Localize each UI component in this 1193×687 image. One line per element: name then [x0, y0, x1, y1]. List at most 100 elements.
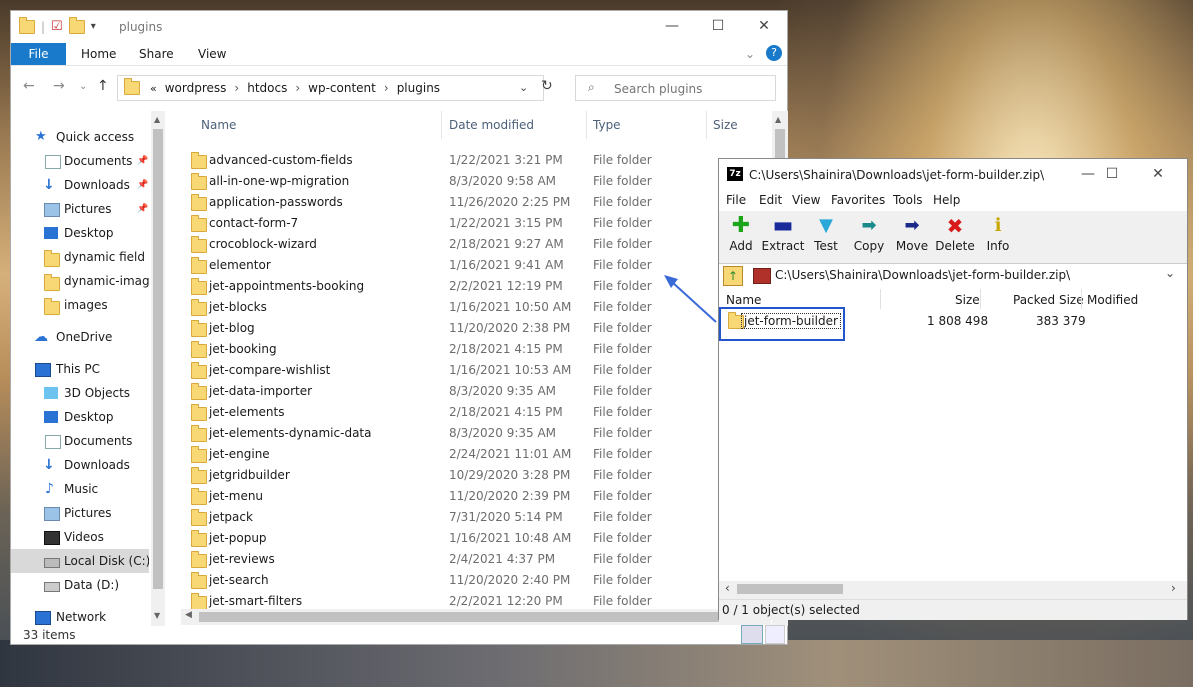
file-row[interactable]: contact-form-7 1/22/2021 3:15 PM File fold…	[181, 213, 771, 234]
file-row[interactable]: jet-compare-wishlist 1/16/2021 10:53 AM Fi…	[181, 360, 771, 381]
zip-horizontal-scrollbar[interactable]: ‹ ›	[719, 581, 1187, 597]
file-row[interactable]: jet-menu 11/20/2020 2:39 PM File folder	[181, 486, 771, 507]
zip-maximize-button[interactable]: ☐	[1089, 159, 1135, 189]
zip-close-button[interactable]: ✕	[1135, 159, 1181, 189]
nav-videos[interactable]: Videos	[11, 525, 149, 549]
column-separator[interactable]	[980, 289, 981, 309]
zip-column-size[interactable]: Size	[955, 293, 980, 307]
chevron-right-icon[interactable]: ›	[234, 81, 239, 95]
nav-this-pc[interactable]: This PC	[11, 357, 149, 381]
properties-icon[interactable]: ☑	[51, 19, 63, 34]
file-row[interactable]: jet-appointments-booking 2/2/2021 12:19 P…	[181, 276, 771, 297]
tool-extract-button[interactable]: ▬ Extract	[761, 215, 805, 254]
recent-locations-icon[interactable]: ⌄	[79, 81, 87, 92]
new-folder-icon[interactable]	[68, 16, 85, 34]
nav-data-disk[interactable]: Data (D:)	[11, 573, 149, 597]
column-separator[interactable]	[1081, 289, 1082, 309]
file-row[interactable]: jet-elements 2/18/2021 4:15 PM File folder	[181, 402, 771, 423]
tool-info-button[interactable]: ℹ Info	[976, 215, 1020, 253]
breadcrumb-plugins[interactable]: plugins	[397, 81, 440, 95]
breadcrumb-wp-content[interactable]: wp-content	[308, 81, 376, 95]
nav-scrollbar[interactable]: ▲ ▼	[151, 111, 165, 626]
scroll-right-icon[interactable]: ›	[1171, 581, 1176, 595]
nav-pictures[interactable]: Pictures 📌	[11, 197, 149, 221]
help-icon[interactable]: ?	[766, 45, 782, 61]
nav-3d-objects[interactable]: 3D Objects	[11, 381, 149, 405]
nav-documents[interactable]: Documents 📌	[11, 149, 149, 173]
chevron-right-icon[interactable]: ›	[384, 81, 389, 95]
search-box[interactable]: ⌕	[575, 75, 776, 101]
tool-add-button[interactable]: ✚ Add	[719, 215, 763, 254]
nav-pc-pictures[interactable]: Pictures	[11, 501, 149, 525]
menu-edit[interactable]: Edit	[759, 193, 782, 207]
file-row[interactable]: jet-search 11/20/2020 2:40 PM File folder	[181, 570, 771, 591]
nav-pc-downloads[interactable]: ↓ Downloads	[11, 453, 149, 477]
address-dropdown-icon[interactable]: ⌄	[519, 81, 528, 94]
zip-column-packed-size[interactable]: Packed Size	[1013, 293, 1084, 307]
file-row[interactable]: jet-smart-filters 2/2/2021 12:20 PM File f…	[181, 591, 771, 611]
menu-help[interactable]: Help	[933, 193, 960, 207]
scroll-thumb[interactable]	[737, 584, 843, 594]
column-type[interactable]: Type	[593, 113, 621, 137]
customize-qat-icon[interactable]: ▾	[91, 21, 96, 32]
file-row[interactable]: elementor 1/16/2021 9:41 AM File folder	[181, 255, 771, 276]
column-separator[interactable]	[586, 111, 587, 139]
nav-network[interactable]: Network	[11, 605, 149, 629]
file-row[interactable]: jet-blocks 1/16/2021 10:50 AM File folder	[181, 297, 771, 318]
forward-icon[interactable]: →	[53, 78, 65, 94]
scroll-up-icon[interactable]: ▲	[775, 115, 781, 124]
large-icons-view-icon[interactable]	[765, 625, 785, 644]
file-row[interactable]: jet-blog 11/20/2020 2:38 PM File folder	[181, 318, 771, 339]
column-size[interactable]: Size	[713, 113, 738, 137]
maximize-button[interactable]: ☐	[695, 11, 741, 41]
list-horizontal-scrollbar[interactable]: ◀	[181, 609, 771, 625]
nav-music[interactable]: ♪ Music	[11, 477, 149, 501]
nav-dynamic-field[interactable]: dynamic field bl	[11, 245, 149, 269]
nav-images[interactable]: images	[11, 293, 149, 317]
scroll-up-icon[interactable]: ▲	[154, 115, 160, 124]
breadcrumb-htdocs[interactable]: htdocs	[247, 81, 287, 95]
file-row[interactable]: jet-reviews 2/4/2021 4:37 PM File folder	[181, 549, 771, 570]
menu-tools[interactable]: Tools	[893, 193, 923, 207]
nav-quick-access[interactable]: ★ Quick access	[11, 125, 149, 149]
tool-test-button[interactable]: ▼ Test	[804, 215, 848, 253]
nav-dynamic-image[interactable]: dynamic-image	[11, 269, 149, 293]
file-row[interactable]: jet-popup 1/16/2021 10:48 AM File folder	[181, 528, 771, 549]
nav-onedrive[interactable]: ☁ OneDrive	[11, 325, 149, 349]
zip-path-input[interactable]: C:\Users\Shainira\Downloads\jet-form-bui…	[775, 268, 1070, 282]
file-row[interactable]: jet-engine 2/24/2021 11:01 AM File folder	[181, 444, 771, 465]
column-separator[interactable]	[441, 111, 442, 139]
chevron-right-icon[interactable]: ›	[295, 81, 300, 95]
file-row[interactable]: jet-booking 2/18/2021 4:15 PM File folder	[181, 339, 771, 360]
up-icon[interactable]: ↑	[97, 78, 109, 94]
file-row[interactable]: jetgridbuilder 10/29/2020 3:28 PM File fol…	[181, 465, 771, 486]
file-row[interactable]: advanced-custom-fields 1/22/2021 3:21 PM F…	[181, 150, 771, 171]
file-row[interactable]: jet-elements-dynamic-data 8/3/2020 9:35 A…	[181, 423, 771, 444]
menu-favorites[interactable]: Favorites	[831, 193, 885, 207]
address-bar[interactable]: « wordpress › htdocs › wp-content › plug…	[117, 75, 544, 101]
file-row[interactable]: crocoblock-wizard 2/18/2021 9:27 AM File f…	[181, 234, 771, 255]
expand-ribbon-icon[interactable]: ⌄	[745, 43, 755, 65]
column-date-modified[interactable]: Date modified	[449, 113, 534, 137]
overflow-chevron-icon[interactable]: «	[150, 82, 157, 95]
breadcrumb-wordpress[interactable]: wordpress	[165, 81, 227, 95]
scroll-left-icon[interactable]: ‹	[725, 581, 730, 595]
nav-downloads[interactable]: ↓ Downloads 📌	[11, 173, 149, 197]
zip-column-modified[interactable]: Modified	[1087, 293, 1138, 307]
minimize-button[interactable]: —	[649, 11, 695, 41]
search-input[interactable]	[612, 81, 766, 97]
path-dropdown-icon[interactable]: ⌄	[1165, 266, 1175, 280]
file-row[interactable]: jetpack 7/31/2020 5:14 PM File folder	[181, 507, 771, 528]
file-row[interactable]: application-passwords 11/26/2020 2:25 PM F…	[181, 192, 771, 213]
column-separator[interactable]	[706, 111, 707, 139]
tab-file[interactable]: File	[11, 43, 66, 65]
nav-pc-documents[interactable]: Documents	[11, 429, 149, 453]
close-button[interactable]: ✕	[741, 11, 787, 41]
nav-desktop[interactable]: Desktop	[11, 221, 149, 245]
scroll-left-icon[interactable]: ◀	[185, 610, 192, 620]
tool-move-button[interactable]: ➡ Move	[890, 215, 934, 253]
tab-share[interactable]: Share	[139, 43, 174, 65]
folder-up-icon[interactable]: ↑	[723, 266, 743, 286]
menu-view[interactable]: View	[792, 193, 820, 207]
file-row[interactable]: all-in-one-wp-migration 8/3/2020 9:58 AM F…	[181, 171, 771, 192]
